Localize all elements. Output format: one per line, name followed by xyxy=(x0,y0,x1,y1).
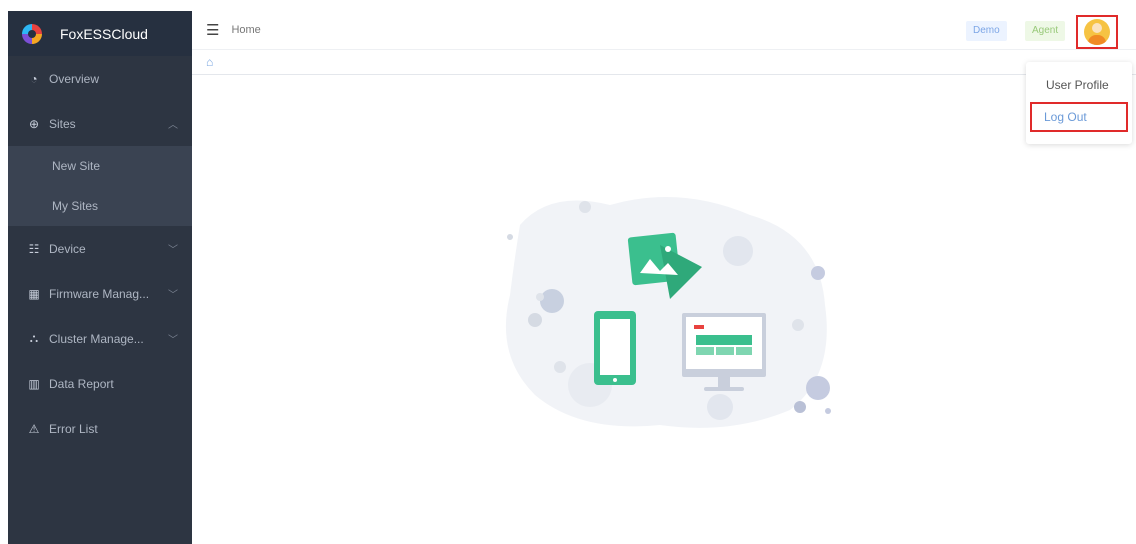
error-list-icon: ⚠ xyxy=(28,421,40,436)
user-avatar-button[interactable] xyxy=(1076,15,1118,49)
sidebar-item-device[interactable]: ☷ Device ﹀ xyxy=(8,226,192,271)
top-header: ☰ Home Demo Agent xyxy=(192,11,1136,50)
decor-circle xyxy=(825,408,831,414)
decor-circle xyxy=(794,401,806,413)
chevron-up-icon: ︿ xyxy=(168,120,178,131)
sidebar-subitem-label: New Site xyxy=(52,159,101,173)
brand-title: FoxESSCloud xyxy=(60,25,148,42)
hamburger-menu-icon[interactable]: ☰ xyxy=(206,21,219,39)
sidebar-item-label: Data Report xyxy=(49,376,114,391)
menu-item-log-out[interactable]: Log Out xyxy=(1030,102,1128,132)
decor-circle xyxy=(528,313,542,327)
brand[interactable]: FoxESSCloud xyxy=(8,11,192,56)
avatar xyxy=(1084,19,1110,45)
decor-circle xyxy=(540,289,564,313)
decor-circle xyxy=(579,201,591,213)
sidebar-subitem-my-sites[interactable]: My Sites xyxy=(8,186,192,226)
chart-icon: ▥ xyxy=(28,376,40,391)
device-icon: ☷ xyxy=(28,241,40,256)
sidebar-item-label: Overview xyxy=(49,71,100,86)
breadcrumb: Home xyxy=(231,24,261,36)
sidebar-item-error-list[interactable]: ⚠ Error List xyxy=(8,406,192,451)
decor-circle xyxy=(811,266,825,280)
decor-circle xyxy=(536,293,544,301)
sidebar-item-firmware[interactable]: ▦ Firmware Manag... ﹀ xyxy=(8,271,192,316)
sites-submenu: New Site My Sites xyxy=(8,146,192,226)
sidebar-item-label: Firmware Manag... xyxy=(49,286,150,301)
decor-circle xyxy=(723,236,753,266)
dashboard-icon: ◔ xyxy=(30,71,38,86)
sidebar-item-overview[interactable]: ◔ Overview xyxy=(8,56,192,101)
home-icon[interactable]: ⌂ xyxy=(206,55,213,69)
sidebar-item-label: Sites xyxy=(49,116,76,131)
demo-tag[interactable]: Demo xyxy=(966,21,1007,41)
sidebar-item-label: Error List xyxy=(49,421,98,436)
decor-circle xyxy=(806,376,830,400)
sidebar-item-label: Device xyxy=(49,241,86,256)
decor-circle xyxy=(554,361,566,373)
menu-item-user-profile[interactable]: User Profile xyxy=(1026,72,1132,98)
firmware-icon: ▦ xyxy=(28,286,40,301)
plus-circle-icon: ⊕ xyxy=(28,116,40,131)
sidebar-subitem-new-site[interactable]: New Site xyxy=(8,146,192,186)
sidebar: FoxESSCloud ◔ Overview ⊕ Sites ︿ New Sit… xyxy=(8,11,192,544)
agent-tag[interactable]: Agent xyxy=(1025,21,1066,41)
decor-circle xyxy=(707,394,733,420)
sidebar-item-label: Cluster Manage... xyxy=(49,331,144,346)
phone-icon xyxy=(594,311,636,385)
sidebar-item-sites[interactable]: ⊕ Sites ︿ xyxy=(8,101,192,146)
sidebar-item-cluster[interactable]: ⛬ Cluster Manage... ﹀ xyxy=(8,316,192,361)
chevron-down-icon: ﹀ xyxy=(168,245,178,256)
chevron-down-icon: ﹀ xyxy=(168,290,178,301)
sidebar-subitem-label: My Sites xyxy=(52,199,99,213)
chevron-down-icon: ﹀ xyxy=(168,335,178,346)
sidebar-item-data-report[interactable]: ▥ Data Report xyxy=(8,361,192,406)
user-dropdown-menu: User Profile Log Out xyxy=(1026,62,1132,144)
tab-bar: ⌂ xyxy=(192,50,1136,75)
decor-circle xyxy=(792,319,804,331)
empty-state-illustration xyxy=(505,197,831,428)
foxess-logo-icon xyxy=(22,23,42,44)
cluster-icon: ⛬ xyxy=(29,331,39,345)
decor-circle xyxy=(507,234,513,240)
